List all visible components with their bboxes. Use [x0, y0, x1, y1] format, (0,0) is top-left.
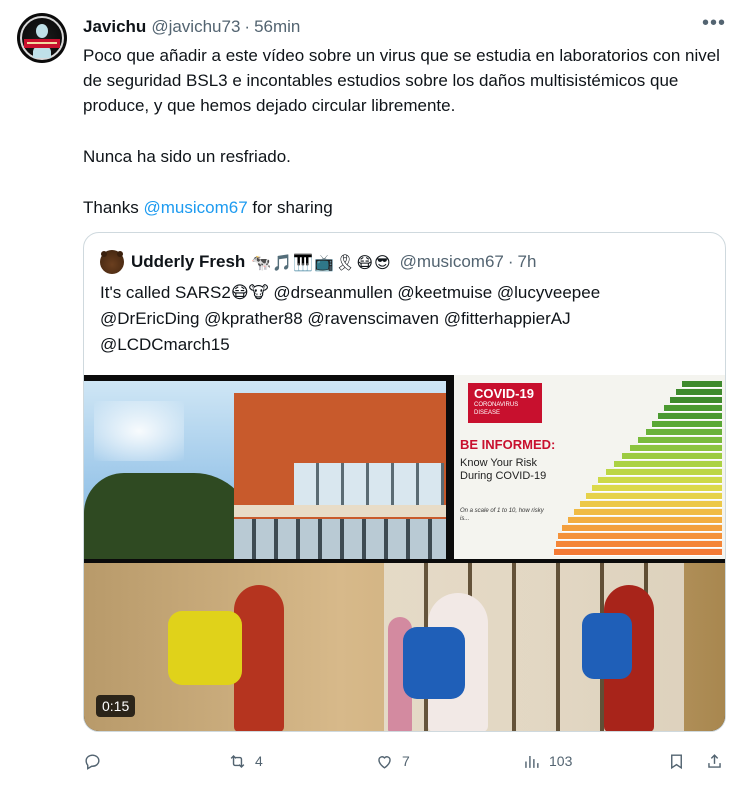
quoted-tweet-header: Udderly Fresh 🐄🎵🎹📺🎗😷😎 @musicom67 · 7h — [100, 249, 536, 275]
tweet-text: Poco que añadir a este vídeo sobre un vi… — [83, 43, 723, 220]
more-options-icon[interactable]: ••• — [702, 12, 726, 35]
quoted-author-name[interactable]: Udderly Fresh — [131, 252, 245, 272]
author-name[interactable]: Javichu — [83, 17, 146, 37]
retweet-count: 4 — [255, 753, 263, 769]
avatar-figure-head — [36, 24, 48, 38]
mention-link[interactable]: @musicom67 — [143, 198, 247, 217]
quoted-author-handle[interactable]: @musicom67 — [400, 252, 504, 272]
quoted-mentions-line-2[interactable]: @DrEricDing @kprather88 @ravenscimaven @… — [100, 306, 710, 332]
quoted-timestamp[interactable]: 7h — [518, 252, 537, 272]
share-button[interactable] — [705, 748, 724, 774]
poster-know-risk: Know Your Risk During COVID-19 — [460, 457, 547, 482]
like-button[interactable]: 7 — [375, 748, 410, 774]
bookmark-icon — [671, 753, 682, 769]
poster-be-informed: BE INFORMED: — [460, 437, 556, 452]
video-player[interactable]: COVID-19 CORONAVIRUS DISEASE BE INFORMED:… — [84, 375, 725, 731]
thanks-text: Thanks — [83, 198, 144, 217]
quoted-separator-dot: · — [507, 252, 514, 271]
views-count: 103 — [549, 753, 573, 769]
tweet-paragraph-1: Poco que añadir a este vídeo sobre un vi… — [83, 46, 720, 115]
bookmark-button[interactable] — [667, 748, 686, 774]
tweet-paragraph-3: Thanks @musicom67 for sharing — [83, 195, 723, 220]
share-icon — [708, 753, 721, 768]
author-handle[interactable]: @javichu73 — [151, 17, 240, 37]
video-duration-badge: 0:15 — [96, 695, 136, 717]
views-button[interactable]: 103 — [522, 748, 572, 774]
video-frame-children-backpacks — [84, 563, 725, 731]
poster-scale-text: On a scale of 1 to 10, how risky is... — [460, 508, 544, 522]
retweet-icon — [230, 754, 245, 768]
quoted-text-emojis: 😷🐮 — [230, 283, 269, 303]
author-avatar[interactable] — [17, 13, 67, 63]
tweet-action-bar: 4 7 103 — [83, 748, 733, 774]
retweet-button[interactable]: 4 — [228, 748, 263, 774]
reply-button[interactable] — [83, 748, 110, 774]
quoted-tweet-card[interactable]: Udderly Fresh 🐄🎵🎹📺🎗😷😎 @musicom67 · 7h It… — [83, 232, 726, 732]
tweet-header: Javichu @javichu73 · 56min ••• — [83, 12, 730, 38]
tweet-paragraph-2: Nunca ha sido un resfriado. — [83, 147, 291, 166]
quoted-tweet-text: It's called SARS2😷🐮 @drseanmullen @keetm… — [100, 280, 710, 358]
video-frame-covid-poster: COVID-19 CORONAVIRUS DISEASE BE INFORMED:… — [454, 375, 725, 559]
reply-icon — [85, 753, 100, 770]
poster-risk-bars — [554, 381, 722, 557]
sharing-text: for sharing — [247, 198, 333, 217]
quoted-author-emojis: 🐄🎵🎹📺🎗😷😎 — [251, 252, 392, 272]
views-chart-icon — [525, 755, 539, 768]
avatar-banner — [24, 39, 60, 48]
like-count: 7 — [402, 753, 410, 769]
separator-dot: · — [244, 17, 251, 36]
quoted-mentions-line-1[interactable]: @drseanmullen @keetmuise @lucyveepee — [273, 283, 600, 302]
poster-title: COVID-19 CORONAVIRUS DISEASE — [468, 383, 542, 423]
quoted-author-avatar[interactable] — [100, 250, 124, 274]
quoted-text-main: It's called SARS2 — [100, 283, 231, 302]
heart-icon — [378, 755, 391, 769]
tweet-timestamp[interactable]: 56min — [254, 17, 300, 37]
video-frame-school-building — [84, 381, 446, 559]
quoted-mentions-line-3[interactable]: @LCDCmarch15 — [100, 332, 710, 358]
